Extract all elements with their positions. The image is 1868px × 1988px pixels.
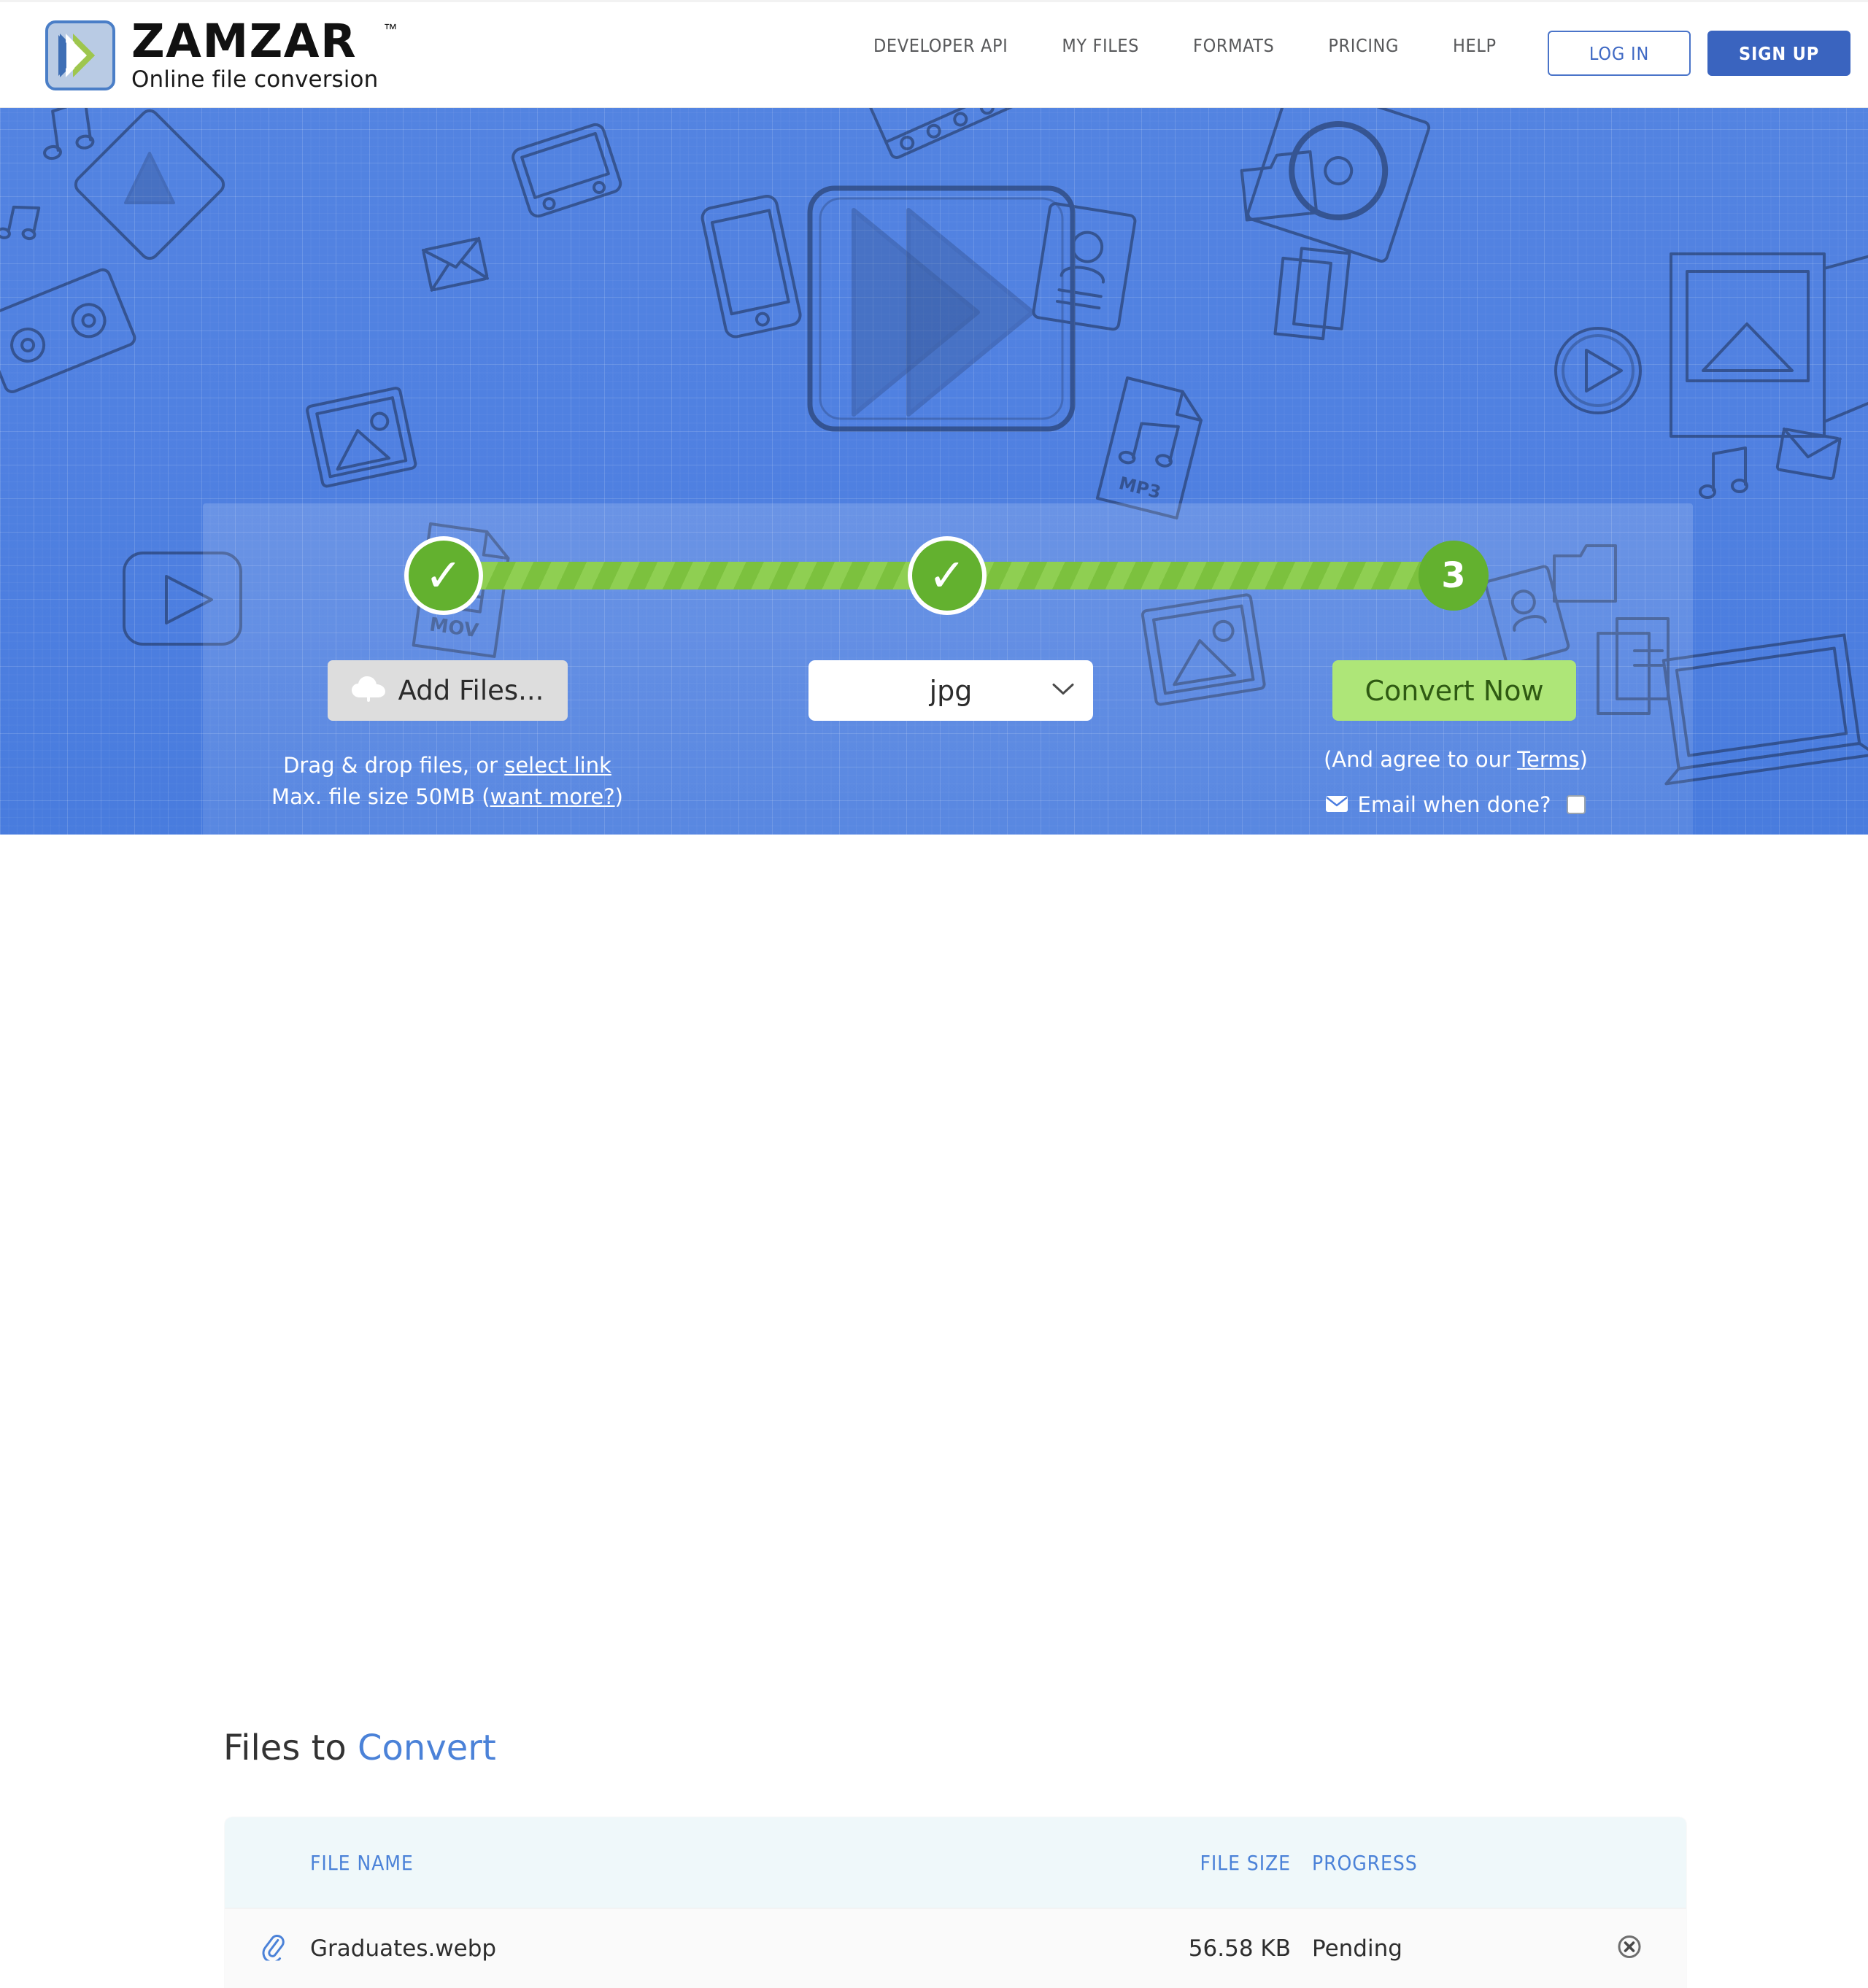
chevron-down-icon [1052,682,1074,699]
main-navigation: DEVELOPER API MY FILES FORMATS PRICING H… [846,35,1524,56]
max-file-size-suffix: ) [614,784,623,809]
cloud-upload-icon [351,676,385,705]
page-title-prefix: Files to [223,1728,358,1768]
page-title: Files to Convert [223,1728,496,1768]
max-file-size-text: Max. file size 50MB ( [271,784,490,809]
step-2-choose-format[interactable]: ✓ [908,536,987,615]
terms-agreement-text: (And agree to our Terms) [1299,747,1613,772]
email-when-done-row: Email when done? [1299,792,1613,817]
hero-section: MOV MP3 [0,108,1868,835]
step-1-check-icon: ✓ [425,549,463,602]
table-row: Graduates.webp 56.58 KB Pending [225,1908,1686,1988]
column-header-file-size: FILE SIZE [1200,1850,1291,1875]
target-format-select[interactable]: jpg [808,660,1093,721]
site-logo[interactable]: ZAMZAR ™ Online file conversion [45,15,397,93]
trademark-symbol: ™ [383,22,398,37]
page-title-accent: Convert [358,1728,496,1768]
logo-wordmark: ZAMZAR [131,15,358,68]
files-table: FILE NAME FILE SIZE PROGRESS Graduates.w… [225,1817,1686,1988]
nav-item-pricing[interactable]: PRICING [1301,35,1426,56]
target-format-value: jpg [929,674,973,707]
logo-text: ZAMZAR ™ Online file conversion [131,15,397,93]
nav-item-help[interactable]: HELP [1426,35,1524,56]
nav-item-my-files[interactable]: MY FILES [1035,35,1166,56]
want-more-link[interactable]: want more? [490,784,615,809]
add-files-label: Add Files... [398,675,544,706]
column-header-file-name: FILE NAME [310,1850,414,1875]
convert-now-button[interactable]: Convert Now [1332,660,1576,721]
envelope-icon [1325,792,1348,817]
files-table-header: FILE NAME FILE SIZE PROGRESS [225,1817,1686,1908]
terms-link[interactable]: Terms [1517,747,1579,772]
convert-now-label: Convert Now [1365,674,1544,707]
header-top-rule [0,0,1868,2]
file-size-value: 56.58 KB [1188,1935,1291,1962]
nav-item-formats[interactable]: FORMATS [1166,35,1301,56]
nav-item-developer-api[interactable]: DEVELOPER API [846,35,1035,56]
select-link-link[interactable]: select link [504,753,611,778]
paperclip-icon [259,1933,287,1964]
logo-tagline: Online file conversion [131,66,379,93]
file-progress-value: Pending [1312,1935,1402,1962]
email-when-done-checkbox[interactable] [1567,795,1586,814]
step-3-number: 3 [1441,555,1466,596]
add-files-button[interactable]: Add Files... [328,660,568,721]
email-when-done-label: Email when done? [1357,792,1551,817]
double-chevron-logo-icon [45,20,115,91]
file-name-value: Graduates.webp [310,1935,497,1962]
terms-prefix: (And agree to our [1324,747,1518,772]
drag-drop-hint: Drag & drop files, or select link [203,753,692,778]
remove-circle-icon[interactable] [1617,1934,1642,1962]
sign-up-button[interactable]: SIGN UP [1707,31,1850,76]
max-file-size-hint: Max. file size 50MB (want more?) [203,784,692,809]
step-1-add-files[interactable]: ✓ [404,536,483,615]
site-header: ZAMZAR ™ Online file conversion DEVELOPE… [0,0,1868,108]
step-3-convert[interactable]: 3 [1419,541,1489,611]
drag-drop-hint-text: Drag & drop files, or [283,753,505,778]
log-in-button[interactable]: LOG IN [1548,31,1691,76]
files-to-convert-section: Files to Convert FILE NAME FILE SIZE PRO… [0,835,1868,1988]
column-header-progress: PROGRESS [1312,1850,1418,1875]
svg-text:MP3: MP3 [1117,473,1163,503]
step-2-check-icon: ✓ [928,549,966,602]
terms-suffix: ) [1579,747,1588,772]
